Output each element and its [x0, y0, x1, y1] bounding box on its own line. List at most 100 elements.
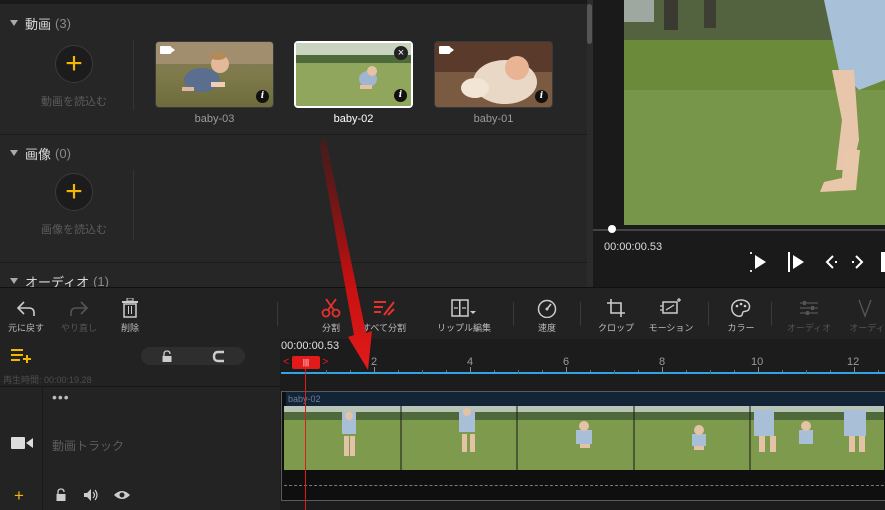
duration-value: 00:00:19.28: [44, 375, 92, 385]
preview-frame-image: [624, 0, 885, 225]
video-track-icon: [11, 437, 33, 449]
ruler-minor-tick: [878, 370, 879, 372]
ruler-baseline: [281, 372, 885, 374]
media-library-panel: 動画 (3) + 動画を読込む i baby-03 × i baby-02 i …: [0, 0, 593, 287]
section-divider: [0, 262, 587, 263]
crop-icon: [607, 299, 625, 317]
add-image-plus-icon[interactable]: +: [55, 173, 93, 211]
playhead-left-arrow-icon[interactable]: <: [283, 356, 289, 369]
clip-audio-line: [284, 485, 884, 486]
total-duration: 再生時間: 00:00:19.28: [3, 373, 92, 386]
preview-seek-bar[interactable]: [593, 229, 885, 231]
ruler-tick: [374, 367, 375, 374]
add-track-icon[interactable]: [10, 347, 32, 363]
audio-mixer-icon: [800, 301, 818, 315]
preview-seek-handle[interactable]: [608, 225, 616, 233]
playhead-line: [305, 369, 306, 510]
video-camera-icon: [439, 46, 454, 54]
ruler-minor-tick: [638, 370, 639, 372]
timeline-clip-baby-02[interactable]: baby-02: [281, 391, 885, 501]
ruler-tick: [518, 370, 519, 374]
track-visibility-eye-icon[interactable]: [113, 488, 131, 502]
ruler-tick: [326, 370, 327, 374]
motion-button[interactable]: モーション: [645, 298, 697, 336]
image-section-header[interactable]: 画像 (0): [10, 144, 71, 162]
split-label: 分割: [321, 323, 340, 333]
toolbar-divider: [580, 302, 581, 326]
video-section-title: 動画: [25, 16, 52, 32]
undo-label: 元に戻す: [7, 323, 44, 333]
clip-thumbnail-baby-03[interactable]: i: [155, 41, 274, 108]
import-video-tile[interactable]: + 動画を読込む: [30, 45, 120, 115]
delete-button[interactable]: 削除: [114, 298, 146, 336]
preview-panel: 00:00:00.53: [593, 0, 885, 287]
play-next-frame-icon[interactable]: [788, 252, 806, 272]
add-video-plus-icon[interactable]: +: [55, 45, 93, 83]
collapse-triangle-icon[interactable]: [10, 20, 18, 26]
playhead-right-arrow-icon[interactable]: >: [322, 356, 328, 369]
delete-label: 削除: [120, 323, 139, 333]
collapse-triangle-icon[interactable]: [10, 278, 18, 284]
section-divider: [0, 134, 587, 135]
split-all-icon: [374, 301, 395, 316]
ruler-tick: [710, 370, 711, 374]
playhead-handle[interactable]: |||: [292, 356, 320, 369]
image-section-count: (0): [55, 145, 71, 161]
speed-button[interactable]: 速度: [532, 298, 562, 336]
trash-icon: [122, 298, 138, 318]
undo-button[interactable]: 元に戻す: [5, 298, 47, 336]
track-header-divider: [42, 387, 43, 510]
track-lock-icon[interactable]: [55, 488, 67, 502]
video-track-header: ••• 動画トラック +: [0, 386, 280, 510]
edit-toolbar: 元に戻す やり直し 削除 分割 すべて分割 リップル編集 速度 クロップ モーシ…: [0, 287, 885, 339]
play-icon[interactable]: [750, 252, 768, 272]
motion-label: モーション: [648, 323, 694, 333]
import-image-tile[interactable]: + 画像を読込む: [30, 173, 120, 243]
video-section-count: (3): [55, 15, 71, 31]
collapse-triangle-icon[interactable]: [10, 150, 18, 156]
audio-section-count: (1): [93, 273, 109, 288]
motion-icon: [660, 298, 681, 314]
ruler-tick: [566, 367, 567, 374]
clip-thumbnail-baby-02[interactable]: × i: [294, 41, 413, 108]
color-button[interactable]: カラー: [722, 298, 760, 336]
timeline-ruler[interactable]: 2 4 6 8 10 12: [281, 354, 885, 374]
remove-clip-close-icon[interactable]: ×: [394, 46, 408, 60]
clip-name-baby-03: baby-03: [194, 113, 235, 125]
magnet-snap-icon[interactable]: [193, 347, 245, 365]
audio-section-header[interactable]: オーディオ (1): [10, 272, 109, 287]
track-volume-icon[interactable]: [83, 488, 99, 502]
video-camera-icon: [160, 46, 175, 54]
ripple-edit-button[interactable]: リップル編集: [432, 298, 496, 336]
info-icon[interactable]: i: [394, 89, 407, 102]
lock-icon[interactable]: [141, 347, 193, 365]
ruler-minor-tick: [494, 370, 495, 372]
toolbar-divider: [513, 302, 514, 326]
add-to-track-plus-icon[interactable]: +: [14, 487, 24, 504]
clip-filmstrip: [284, 406, 884, 470]
library-column-divider: [133, 40, 134, 110]
image-section-title: 画像: [25, 146, 52, 162]
redo-button[interactable]: やり直し: [56, 298, 102, 336]
next-frame-icon[interactable]: [849, 252, 865, 272]
track-more-options-icon[interactable]: •••: [52, 389, 70, 405]
import-video-label: 動画を読込む: [41, 96, 107, 108]
clip-thumbnail-baby-01[interactable]: i: [434, 41, 553, 108]
library-scrollbar-thumb[interactable]: [587, 4, 592, 44]
video-section-header[interactable]: 動画 (3): [10, 14, 71, 32]
ruler-minor-tick: [446, 370, 447, 372]
ruler-tick: [854, 367, 855, 374]
speedometer-icon: [537, 299, 557, 318]
timeline-track-header-area: 再生時間: 00:00:19.28 ••• 動画トラック +: [0, 339, 280, 510]
info-icon[interactable]: i: [535, 90, 548, 103]
audio-button[interactable]: オーディオ: [782, 298, 836, 336]
split-all-button[interactable]: すべて分割: [356, 298, 412, 336]
info-icon[interactable]: i: [256, 90, 269, 103]
scissors-icon: [321, 298, 341, 318]
snap-lock-toggle[interactable]: [141, 347, 245, 365]
audio-extra-button[interactable]: オーディ: [845, 298, 885, 336]
crop-button[interactable]: クロップ: [594, 298, 638, 336]
previous-frame-icon[interactable]: [824, 252, 840, 272]
preview-time-display: 00:00:00.53: [604, 241, 663, 253]
split-button[interactable]: 分割: [316, 298, 346, 336]
